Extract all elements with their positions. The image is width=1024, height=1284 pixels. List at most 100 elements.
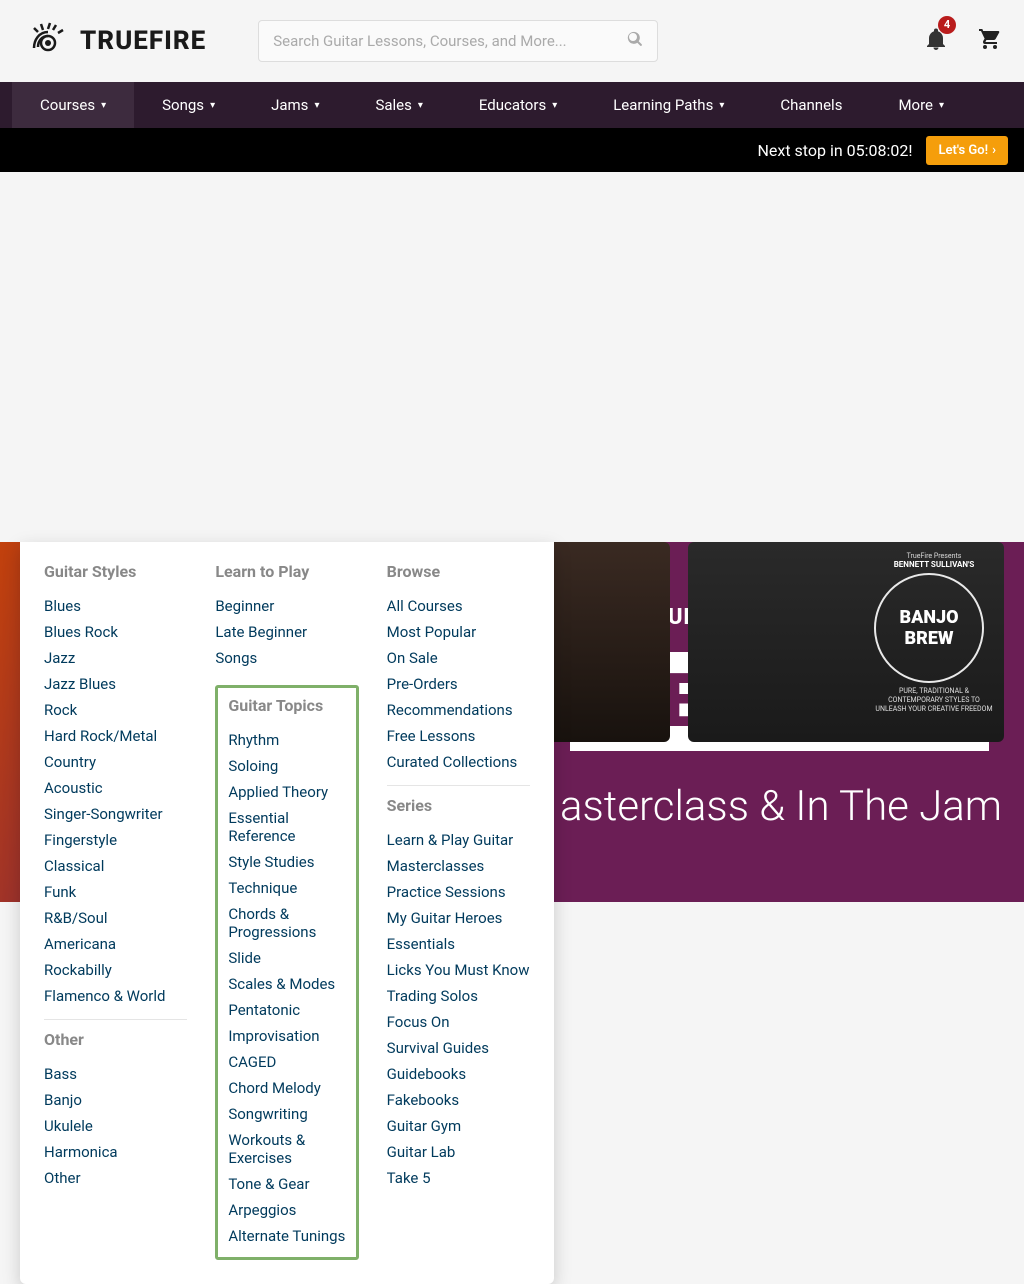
search-input[interactable]	[273, 32, 627, 50]
chevron-down-icon: ▾	[939, 100, 944, 111]
courses-mega-menu: Guitar Styles BluesBlues RockJazzJazz Blu…	[20, 542, 554, 1284]
menu-item[interactable]: Scales & Modes	[228, 971, 345, 997]
menu-item[interactable]: Guitar Lab	[387, 1139, 530, 1165]
menu-item[interactable]: Guidebooks	[387, 1061, 530, 1087]
menu-item[interactable]: Recommendations	[387, 697, 530, 723]
menu-item[interactable]: Rockabilly	[44, 957, 187, 983]
menu-item[interactable]: Funk	[44, 879, 187, 905]
menu-item[interactable]: CAGED	[228, 1049, 345, 1075]
search-bar[interactable]	[258, 20, 658, 62]
menu-item[interactable]: Songs	[215, 645, 358, 671]
menu-item[interactable]: Americana	[44, 931, 187, 957]
menu-item[interactable]: Guitar Gym	[387, 1113, 530, 1139]
menu-item[interactable]: Curated Collections	[387, 749, 530, 775]
menu-item[interactable]: Pentatonic	[228, 997, 345, 1023]
logo-icon	[24, 17, 72, 65]
chevron-down-icon: ▾	[719, 100, 724, 111]
menu-item[interactable]: Chord Melody	[228, 1075, 345, 1101]
menu-item[interactable]: Style Studies	[228, 849, 345, 875]
menu-item[interactable]: Hard Rock/Metal	[44, 723, 187, 749]
menu-item[interactable]: Learn & Play Guitar	[387, 827, 530, 853]
menu-item[interactable]: Improvisation	[228, 1023, 345, 1049]
nav-educators[interactable]: Educators▾	[451, 82, 585, 128]
menu-item[interactable]: Rhythm	[228, 727, 345, 753]
menu-item[interactable]: Tone & Gear	[228, 1171, 345, 1197]
promo-bar: Next stop in 05:08:02! Let's Go! ›	[0, 128, 1024, 172]
menu-item[interactable]: Chords & Progressions	[228, 901, 345, 945]
menu-item[interactable]: Focus On	[387, 1009, 530, 1035]
menu-heading: Learn to Play	[215, 562, 358, 581]
menu-item[interactable]: Slide	[228, 945, 345, 971]
menu-item[interactable]: Essentials	[387, 931, 530, 957]
menu-item[interactable]: On Sale	[387, 645, 530, 671]
menu-item[interactable]: Jazz	[44, 645, 187, 671]
menu-item[interactable]: Bass	[44, 1061, 187, 1087]
course-card[interactable]: TrueFire Presents BENNETT SULLIVAN'S BAN…	[688, 542, 1004, 742]
notifications-button[interactable]: 4	[926, 28, 946, 55]
menu-heading: Other	[44, 1030, 187, 1049]
menu-item[interactable]: All Courses	[387, 593, 530, 619]
menu-heading: Guitar Topics	[228, 696, 345, 715]
menu-item[interactable]: Acoustic	[44, 775, 187, 801]
menu-item[interactable]: Survival Guides	[387, 1035, 530, 1061]
nav-learning-paths[interactable]: Learning Paths▾	[585, 82, 752, 128]
menu-item[interactable]: Classical	[44, 853, 187, 879]
menu-item[interactable]: Pre-Orders	[387, 671, 530, 697]
menu-item[interactable]: Licks You Must Know	[387, 957, 530, 983]
logo[interactable]: TRUEFIRE	[24, 17, 206, 65]
menu-item[interactable]: Technique	[228, 875, 345, 901]
menu-item[interactable]: Singer-Songwriter	[44, 801, 187, 827]
menu-heading: Browse	[387, 562, 530, 581]
menu-item[interactable]: Banjo	[44, 1087, 187, 1113]
menu-item[interactable]: Beginner	[215, 593, 358, 619]
menu-item[interactable]: Blues Rock	[44, 619, 187, 645]
countdown-text: Next stop in 05:08:02!	[757, 141, 912, 160]
menu-item[interactable]: Trading Solos	[387, 983, 530, 1009]
search-icon	[627, 31, 643, 51]
menu-heading: Guitar Styles	[44, 562, 187, 581]
menu-item[interactable]: Fingerstyle	[44, 827, 187, 853]
menu-item[interactable]: Late Beginner	[215, 619, 358, 645]
guitar-topics-highlight: Guitar Topics RhythmSoloingApplied Theory…	[215, 685, 358, 1260]
menu-item[interactable]: Most Popular	[387, 619, 530, 645]
menu-item[interactable]: Jazz Blues	[44, 671, 187, 697]
menu-item[interactable]: Workouts & Exercises	[228, 1127, 345, 1171]
chevron-down-icon: ▾	[210, 100, 215, 111]
menu-heading: Series	[387, 796, 530, 815]
menu-item[interactable]: Fakebooks	[387, 1087, 530, 1113]
menu-item[interactable]: R&B/Soul	[44, 905, 187, 931]
main-nav: Courses▾Songs▾Jams▾Sales▾Educators▾Learn…	[0, 82, 1024, 128]
lets-go-button[interactable]: Let's Go! ›	[926, 136, 1008, 165]
menu-item[interactable]: Take 5	[387, 1165, 530, 1191]
menu-item[interactable]: Free Lessons	[387, 723, 530, 749]
nav-channels[interactable]: Channels	[752, 82, 870, 128]
menu-item[interactable]: Arpeggios	[228, 1197, 345, 1223]
chevron-down-icon: ▾	[314, 100, 319, 111]
chevron-down-icon: ▾	[418, 100, 423, 111]
menu-item[interactable]: Alternate Tunings	[228, 1223, 345, 1249]
chevron-down-icon: ▾	[552, 100, 557, 111]
nav-courses[interactable]: Courses▾	[12, 82, 134, 128]
menu-item[interactable]: Country	[44, 749, 187, 775]
menu-item[interactable]: Songwriting	[228, 1101, 345, 1127]
nav-more[interactable]: More▾	[870, 82, 972, 128]
hero-subtitle: asterclass & In The Jam	[560, 782, 1002, 831]
menu-item[interactable]: Flamenco & World	[44, 983, 187, 1009]
menu-item[interactable]: Soloing	[228, 753, 345, 779]
menu-item[interactable]: Harmonica	[44, 1139, 187, 1165]
menu-item[interactable]: Applied Theory	[228, 779, 345, 805]
menu-item[interactable]: Essential Reference	[228, 805, 345, 849]
nav-sales[interactable]: Sales▾	[347, 82, 450, 128]
menu-item[interactable]: Ukulele	[44, 1113, 187, 1139]
menu-item[interactable]: Masterclasses	[387, 853, 530, 879]
nav-jams[interactable]: Jams▾	[243, 82, 347, 128]
menu-item[interactable]: Practice Sessions	[387, 879, 530, 905]
menu-item[interactable]: Blues	[44, 593, 187, 619]
menu-item[interactable]: Other	[44, 1165, 187, 1191]
chevron-right-icon: ›	[992, 143, 996, 158]
cart-button[interactable]	[978, 29, 1000, 54]
nav-songs[interactable]: Songs▾	[134, 82, 243, 128]
menu-item[interactable]: My Guitar Heroes	[387, 905, 530, 931]
logo-text: TRUEFIRE	[80, 26, 206, 56]
menu-item[interactable]: Rock	[44, 697, 187, 723]
